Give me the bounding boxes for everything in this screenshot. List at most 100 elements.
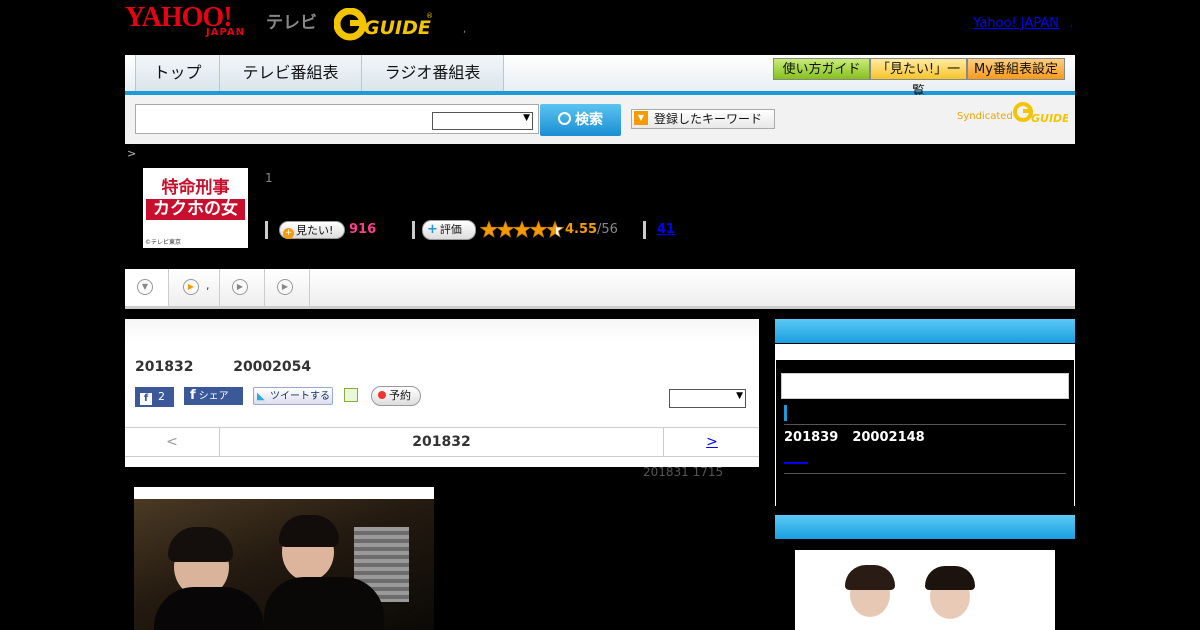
header-separator: , <box>463 24 467 35</box>
facebook-share-button[interactable]: f シェア <box>184 387 243 405</box>
divider <box>784 473 1066 474</box>
star-icon <box>545 220 565 238</box>
reserve-label: 予約 <box>389 389 411 402</box>
divider <box>784 424 1066 425</box>
plus-icon: + <box>283 228 294 239</box>
updated-timestamp: 201831 1715 <box>643 465 724 479</box>
thumb-title-line2: カクホの女 <box>146 199 245 220</box>
play-icon: ▶ <box>277 279 293 295</box>
facebook-share-label: シェア <box>198 391 229 402</box>
episode-number: 1 <box>265 171 273 185</box>
episode-still-image <box>134 487 434 630</box>
episode-time: 20002054 <box>233 359 312 375</box>
sidebar-header-2 <box>775 515 1075 539</box>
yahoo-japan-link[interactable]: Yahoo! JAPAN <box>973 16 1059 31</box>
chevron-down-icon: ▼ <box>137 279 153 295</box>
episode-date: 201832 <box>135 359 194 375</box>
divider <box>412 221 415 239</box>
syndicated-logo-text: GUIDE <box>1031 112 1068 125</box>
date-navigation: < 201832 > <box>125 427 759 457</box>
play-icon: ▶ <box>232 279 248 295</box>
record-icon <box>378 391 386 399</box>
gguide-logo[interactable]: GUIDE ® <box>333 7 434 41</box>
tab-top[interactable]: トップ <box>135 55 220 91</box>
main-nav: トップ テレビ番組表 ラジオ番組表 使い方ガイド 「見たい!」一覧 My番組表設… <box>125 55 1075 99</box>
star-icon <box>529 220 548 238</box>
episode-select[interactable]: ▼ <box>669 389 746 408</box>
search-icon <box>558 112 571 125</box>
next-episode-link[interactable]: ____ <box>784 450 808 464</box>
search-button[interactable]: 検索 <box>540 104 621 136</box>
header-separator-right: , <box>1070 18 1074 29</box>
syndicated-gguide-logo: GUIDE <box>1012 101 1070 131</box>
next-time: 20002148 <box>852 430 925 445</box>
rate-button-label: 評価 <box>439 223 462 236</box>
mixi-check-icon[interactable] <box>344 388 358 402</box>
rating-value: 4.55 <box>565 222 598 237</box>
svg-text:®: ® <box>426 12 433 20</box>
panel-header <box>125 319 759 343</box>
subtab-episodes-label: , <box>206 279 210 292</box>
review-count-link[interactable]: 41 <box>657 222 675 237</box>
breadcrumb: > <box>127 147 137 160</box>
syndicated-label: Syndicated <box>957 111 1013 122</box>
tab-radio-schedule[interactable]: ラジオ番組表 <box>361 55 504 91</box>
want-button-label: 見たい! <box>296 224 334 237</box>
gguide-logo-text: GUIDE <box>364 17 431 39</box>
tab-tv-schedule[interactable]: テレビ番組表 <box>219 55 362 91</box>
search-button-label: 検索 <box>575 112 603 128</box>
next-date-link[interactable]: > <box>663 428 760 456</box>
facebook-icon: f <box>190 388 196 403</box>
search-category-select[interactable]: ▼ <box>432 112 533 130</box>
sidebar-search-box[interactable] <box>781 373 1069 399</box>
cast-photo <box>795 550 1055 630</box>
want-count: 916 <box>349 222 377 237</box>
want-button[interactable]: + 見たい! <box>279 221 345 239</box>
want-list-button[interactable]: 「見たい!」一覧 <box>870 58 967 99</box>
sidebar-header <box>775 319 1075 343</box>
section-marker <box>784 405 787 421</box>
twitter-bird-icon: ◣ <box>257 391 265 402</box>
episode-panel: 201832 20002054 f2 f シェア ◣ ツイートする 予約 ▼ < 2… <box>125 319 759 467</box>
subtab-reviews[interactable]: ▶ <box>265 269 310 306</box>
divider <box>265 221 268 239</box>
registered-keyword-button[interactable]: ▼ 登録したキーワード <box>631 109 775 129</box>
facebook-like-count: 2 <box>158 390 165 403</box>
prev-date-link[interactable]: < <box>125 428 220 456</box>
usage-guide-button[interactable]: 使い方ガイド <box>773 58 870 80</box>
chevron-down-icon: ▼ <box>523 113 530 123</box>
rate-button[interactable]: + 評価 <box>422 220 476 240</box>
sidebar-box-2 <box>775 540 1075 630</box>
reserve-button[interactable]: 予約 <box>371 386 421 406</box>
tweet-label: ツイートする <box>270 391 330 402</box>
program-subtabs: ▼ ▶ , ▶ ▶ <box>125 269 1075 309</box>
star-icon <box>496 220 515 238</box>
subtab-cast[interactable]: ▶ <box>220 269 265 306</box>
episode-airtime: 201832 20002054 <box>135 359 311 375</box>
subtab-episodes[interactable]: ▶ , <box>169 269 220 306</box>
play-icon: ▶ <box>183 279 199 295</box>
yahoo-logo-sub: JAPAN <box>206 27 245 38</box>
rating-count: /56 <box>597 222 618 237</box>
tweet-button[interactable]: ◣ ツイートする <box>253 387 333 405</box>
next-date: 201839 <box>784 430 839 445</box>
divider <box>643 221 646 239</box>
registered-keyword-label: 登録したキーワード <box>654 112 763 126</box>
dropdown-arrow-icon: ▼ <box>634 111 648 125</box>
star-icon <box>479 220 499 238</box>
facebook-like-button[interactable]: f2 <box>135 387 174 407</box>
chevron-down-icon: ▼ <box>736 391 743 401</box>
plus-icon: + <box>427 222 438 237</box>
program-thumbnail: 特命刑事 カクホの女 ©テレビ東京 <box>143 168 248 248</box>
my-schedule-settings-button[interactable]: My番組表設定 <box>967 58 1065 80</box>
facebook-icon: f <box>140 393 152 405</box>
thumb-title-line1: 特命刑事 <box>161 178 230 198</box>
thumb-credit: ©テレビ東京 <box>145 239 182 246</box>
current-date: 201832 <box>412 434 471 450</box>
subtab-overview[interactable]: ▼ <box>125 269 169 306</box>
sidebar-box: 201839 20002148 ____ <box>775 344 1075 506</box>
search-bar: ▼ 検索 ▼ 登録したキーワード Syndicated GUIDE <box>125 95 1075 144</box>
star-icon <box>512 220 532 238</box>
rating-stars <box>479 220 565 244</box>
tv-label[interactable]: テレビ <box>266 8 317 33</box>
